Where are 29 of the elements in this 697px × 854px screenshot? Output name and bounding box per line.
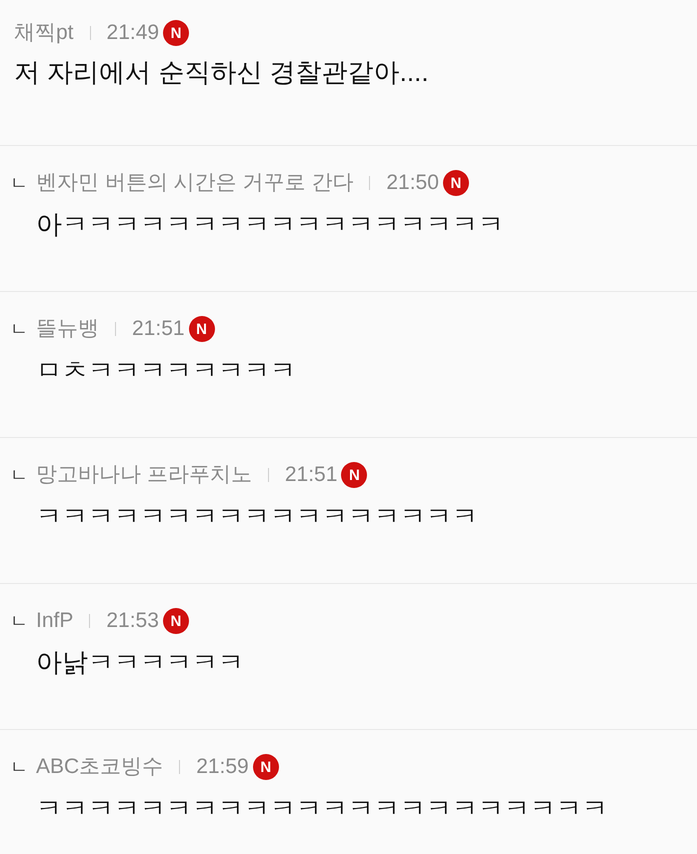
reply-marker: ㄴ — [10, 612, 28, 630]
author-name: 채찍pt — [14, 20, 74, 46]
reply-marker: ㄴ — [10, 466, 28, 484]
new-badge: N — [188, 316, 215, 342]
comment-text: ㅁㅊㅋㅋㅋㅋㅋㅋㅋㅋ — [36, 355, 296, 385]
comment-text: ㅋㅋㅋㅋㅋㅋㅋㅋㅋㅋㅋㅋㅋㅋㅋㅋㅋㅋㅋㅋㅋㅋ — [36, 793, 608, 823]
reply-marker: ㄴ — [10, 758, 28, 776]
new-badge: N — [163, 20, 190, 46]
new-badge: N — [341, 462, 368, 488]
comment-text: ㅋㅋㅋㅋㅋㅋㅋㅋㅋㅋㅋㅋㅋㅋㅋㅋㅋ — [36, 501, 478, 531]
comment-time: 21:50 — [386, 170, 439, 196]
author-name: 벤자민 버튼의 시간은 거꾸로 간다 — [36, 170, 354, 196]
new-badge: N — [252, 754, 279, 780]
author-name: InfP — [36, 608, 74, 634]
comment-text: 아ㅋㅋㅋㅋㅋㅋㅋㅋㅋㅋㅋㅋㅋㅋㅋㅋㅋ — [36, 209, 504, 239]
new-badge: N — [162, 608, 189, 634]
comment-text: 아낡ㅋㅋㅋㅋㅋㅋ — [36, 647, 244, 677]
new-badge: N — [442, 170, 469, 196]
comment-time: 21:59 — [196, 754, 249, 780]
comment-time: 21:53 — [106, 608, 159, 634]
reply-marker: ㄴ — [10, 174, 28, 192]
author-name: ABC초코빙수 — [36, 754, 164, 780]
comment-text: 저 자리에서 순직하신 경찰관같아.... — [14, 57, 429, 87]
reply-marker: ㄴ — [10, 320, 28, 338]
comment-time: 21:51 — [132, 316, 185, 342]
comment-time: 21:51 — [284, 462, 338, 488]
comment-time: 21:49 — [106, 20, 160, 46]
author-name: 망고바나나 프라푸치노 — [36, 462, 252, 488]
author-name: 뜰뉴뱅 — [36, 316, 99, 342]
